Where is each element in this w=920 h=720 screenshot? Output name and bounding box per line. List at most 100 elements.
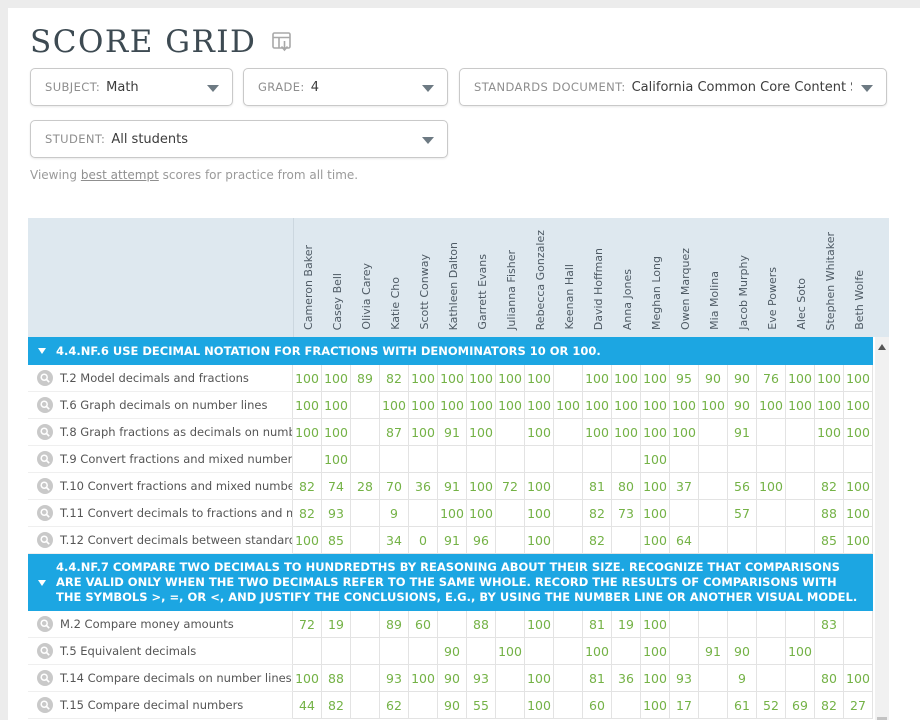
score-cell: 100	[438, 500, 467, 527]
score-cell: 100	[641, 365, 670, 392]
score-cell: 100	[293, 419, 322, 446]
student-name: Rebecca Gonzalez	[535, 230, 546, 330]
score-cell: 70	[380, 473, 409, 500]
skill-label-link[interactable]: T.5 Equivalent decimals	[28, 638, 293, 665]
scroll-up-arrow-icon[interactable]	[878, 344, 886, 350]
score-cell: 55	[467, 692, 496, 719]
score-cell: 69	[786, 692, 815, 719]
section-title: 4.4.NF.6 USE DECIMAL NOTATION FOR FRACTI…	[56, 344, 601, 359]
score-cell: 88	[322, 665, 351, 692]
student-name: Garrett Evans	[477, 254, 488, 330]
skill-label-text: T.12 Convert decimals between standard .…	[60, 533, 293, 547]
score-cell	[699, 419, 728, 446]
magnifier-icon	[37, 643, 53, 659]
score-cell: 82	[815, 473, 844, 500]
score-cell	[612, 446, 641, 473]
best-attempt-link[interactable]: best attempt	[81, 168, 159, 182]
score-cell: 100	[670, 392, 699, 419]
score-cell: 100	[293, 392, 322, 419]
magnifier-icon	[37, 697, 53, 713]
student-name-header: Olivia Carey	[352, 218, 381, 337]
skill-label-link[interactable]: T.10 Convert fractions and mixed number.…	[28, 473, 293, 500]
score-cell: 100	[496, 392, 525, 419]
score-cell: 100	[467, 365, 496, 392]
score-cell	[554, 500, 583, 527]
grid-scrollbar[interactable]	[875, 337, 889, 720]
export-grid-button[interactable]	[270, 30, 298, 59]
skill-label-link[interactable]: T.12 Convert decimals between standard .…	[28, 527, 293, 554]
score-cell: 100	[641, 419, 670, 446]
student-name-header: Owen Marquez	[671, 218, 700, 337]
score-cell: 100	[641, 692, 670, 719]
student-filter-value: All students	[111, 132, 188, 147]
score-cell	[786, 611, 815, 638]
score-cell	[496, 446, 525, 473]
score-cell: 60	[583, 692, 612, 719]
score-cell: 100	[525, 392, 554, 419]
score-cell: 93	[322, 500, 351, 527]
score-cell	[612, 692, 641, 719]
skill-label-link[interactable]: M.2 Compare money amounts	[28, 611, 293, 638]
caret-down-icon	[38, 348, 46, 354]
score-cell: 90	[438, 665, 467, 692]
score-cell: 82	[322, 692, 351, 719]
score-cell: 81	[583, 473, 612, 500]
subject-filter-dropdown[interactable]: SUBJECT: Math	[30, 68, 233, 106]
score-cell: 100	[612, 419, 641, 446]
score-cell: 19	[612, 611, 641, 638]
student-name: Scott Conway	[419, 254, 430, 330]
skill-label-link[interactable]: T.6 Graph decimals on number lines	[28, 392, 293, 419]
student-name: Anna Jones	[622, 269, 633, 330]
score-cell	[409, 500, 438, 527]
score-cell	[293, 446, 322, 473]
skill-label-link[interactable]: T.15 Compare decimal numbers	[28, 692, 293, 719]
student-name-header: Meghan Long	[642, 218, 671, 337]
score-cell	[293, 638, 322, 665]
score-cell: 19	[322, 611, 351, 638]
score-cell: 82	[293, 473, 322, 500]
score-cell: 100	[322, 419, 351, 446]
page-title: SCORE GRID	[30, 24, 256, 60]
content-area: SCORE GRID SUBJECT: Math GRADE: 4 STAN	[8, 8, 920, 720]
score-cell	[467, 638, 496, 665]
score-cell: 90	[728, 365, 757, 392]
student-filter-dropdown[interactable]: STUDENT: All students	[30, 120, 448, 158]
score-cell	[757, 611, 786, 638]
skill-label-text: T.14 Compare decimals on number lines	[60, 671, 292, 685]
score-cell: 100	[583, 419, 612, 446]
score-cell: 95	[670, 365, 699, 392]
table-row: T.15 Compare decimal numbers448262905510…	[28, 692, 873, 719]
score-cell	[757, 638, 786, 665]
score-cell	[699, 611, 728, 638]
score-cell	[554, 611, 583, 638]
skill-label-link[interactable]: T.2 Model decimals and fractions	[28, 365, 293, 392]
student-name: Olivia Carey	[361, 263, 372, 330]
student-name: Julianna Fisher	[506, 250, 517, 330]
score-cell	[496, 500, 525, 527]
section-header-bar[interactable]: 4.4.NF.7 COMPARE TWO DECIMALS TO HUNDRED…	[28, 554, 873, 611]
score-cell	[670, 500, 699, 527]
score-cell: 100	[467, 500, 496, 527]
score-cell: 100	[699, 392, 728, 419]
score-cell: 82	[380, 365, 409, 392]
score-cell	[554, 473, 583, 500]
score-cell	[409, 446, 438, 473]
score-cell: 90	[728, 638, 757, 665]
student-name-header: Cameron Baker	[294, 218, 323, 337]
skill-label-link[interactable]: T.14 Compare decimals on number lines	[28, 665, 293, 692]
skill-label-link[interactable]: T.8 Graph fractions as decimals on numb.…	[28, 419, 293, 446]
score-cell	[844, 611, 873, 638]
score-cell	[757, 665, 786, 692]
score-cell: 82	[815, 692, 844, 719]
skill-label-link[interactable]: T.9 Convert fractions and mixed numbers.…	[28, 446, 293, 473]
standards-document-filter-dropdown[interactable]: STANDARDS DOCUMENT: California Common Co…	[459, 68, 887, 106]
section-header-bar[interactable]: 4.4.NF.6 USE DECIMAL NOTATION FOR FRACTI…	[28, 337, 873, 365]
student-name-header: Casey Bell	[323, 218, 352, 337]
grade-filter-dropdown[interactable]: GRADE: 4	[243, 68, 448, 106]
score-cell: 100	[525, 527, 554, 554]
table-row: T.8 Graph fractions as decimals on numb.…	[28, 419, 873, 446]
student-name: Stephen Whitaker	[825, 232, 836, 330]
skill-label-link[interactable]: T.11 Convert decimals to fractions and m…	[28, 500, 293, 527]
score-cell: 100	[583, 392, 612, 419]
student-name-header: Anna Jones	[613, 218, 642, 337]
